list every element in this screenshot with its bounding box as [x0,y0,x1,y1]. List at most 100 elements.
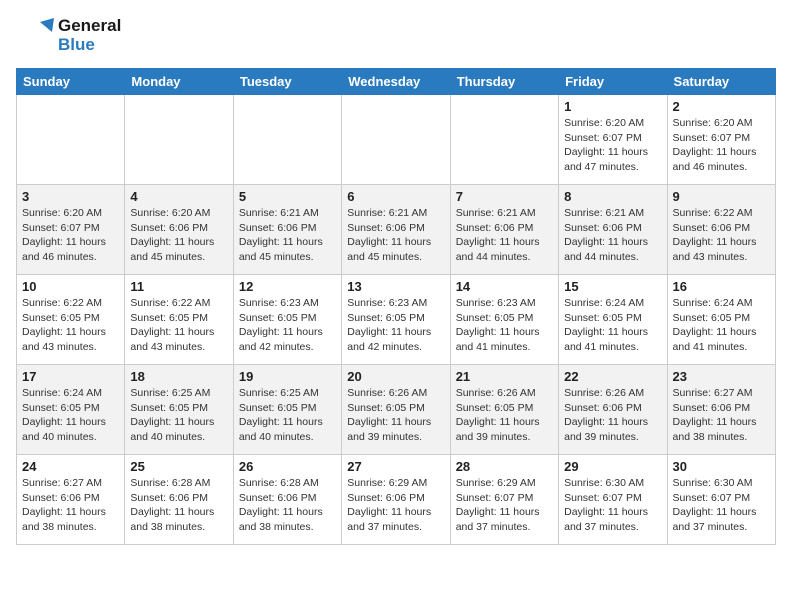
day-number: 16 [673,279,770,294]
day-number: 21 [456,369,553,384]
day-number: 18 [130,369,227,384]
day-info: Sunrise: 6:30 AM Sunset: 6:07 PM Dayligh… [564,476,661,535]
calendar-cell: 13 Sunrise: 6:23 AM Sunset: 6:05 PM Dayli… [342,275,450,365]
day-info: Sunrise: 6:25 AM Sunset: 6:05 PM Dayligh… [239,386,336,445]
day-info: Sunrise: 6:23 AM Sunset: 6:05 PM Dayligh… [239,296,336,355]
calendar-table: SundayMondayTuesdayWednesdayThursdayFrid… [16,68,776,545]
day-number: 12 [239,279,336,294]
day-info: Sunrise: 6:28 AM Sunset: 6:06 PM Dayligh… [130,476,227,535]
calendar-cell [450,95,558,185]
day-info: Sunrise: 6:20 AM Sunset: 6:06 PM Dayligh… [130,206,227,265]
day-number: 11 [130,279,227,294]
day-number: 5 [239,189,336,204]
day-info: Sunrise: 6:30 AM Sunset: 6:07 PM Dayligh… [673,476,770,535]
logo: General Blue [16,16,121,56]
day-number: 30 [673,459,770,474]
calendar-cell: 7 Sunrise: 6:21 AM Sunset: 6:06 PM Daylig… [450,185,558,275]
day-info: Sunrise: 6:26 AM Sunset: 6:05 PM Dayligh… [456,386,553,445]
calendar-cell: 26 Sunrise: 6:28 AM Sunset: 6:06 PM Dayli… [233,455,341,545]
calendar-cell [233,95,341,185]
calendar-cell: 23 Sunrise: 6:27 AM Sunset: 6:06 PM Dayli… [667,365,775,455]
calendar-cell: 4 Sunrise: 6:20 AM Sunset: 6:06 PM Daylig… [125,185,233,275]
logo-text-blue: Blue [58,36,121,55]
calendar-cell: 12 Sunrise: 6:23 AM Sunset: 6:05 PM Dayli… [233,275,341,365]
calendar-cell: 17 Sunrise: 6:24 AM Sunset: 6:05 PM Dayli… [17,365,125,455]
calendar-cell: 19 Sunrise: 6:25 AM Sunset: 6:05 PM Dayli… [233,365,341,455]
day-info: Sunrise: 6:23 AM Sunset: 6:05 PM Dayligh… [347,296,444,355]
day-info: Sunrise: 6:28 AM Sunset: 6:06 PM Dayligh… [239,476,336,535]
calendar-cell: 8 Sunrise: 6:21 AM Sunset: 6:06 PM Daylig… [559,185,667,275]
day-info: Sunrise: 6:20 AM Sunset: 6:07 PM Dayligh… [673,116,770,175]
day-number: 24 [22,459,119,474]
day-number: 10 [22,279,119,294]
day-number: 3 [22,189,119,204]
calendar-cell: 3 Sunrise: 6:20 AM Sunset: 6:07 PM Daylig… [17,185,125,275]
day-number: 1 [564,99,661,114]
weekday-header-wednesday: Wednesday [342,69,450,95]
day-number: 22 [564,369,661,384]
calendar-cell: 5 Sunrise: 6:21 AM Sunset: 6:06 PM Daylig… [233,185,341,275]
day-number: 28 [456,459,553,474]
calendar-cell: 21 Sunrise: 6:26 AM Sunset: 6:05 PM Dayli… [450,365,558,455]
day-info: Sunrise: 6:26 AM Sunset: 6:05 PM Dayligh… [347,386,444,445]
calendar-cell: 22 Sunrise: 6:26 AM Sunset: 6:06 PM Dayli… [559,365,667,455]
day-number: 26 [239,459,336,474]
calendar-cell: 28 Sunrise: 6:29 AM Sunset: 6:07 PM Dayli… [450,455,558,545]
calendar-cell: 6 Sunrise: 6:21 AM Sunset: 6:06 PM Daylig… [342,185,450,275]
calendar-week-row: 24 Sunrise: 6:27 AM Sunset: 6:06 PM Dayli… [17,455,776,545]
calendar-cell: 25 Sunrise: 6:28 AM Sunset: 6:06 PM Dayli… [125,455,233,545]
calendar-cell: 2 Sunrise: 6:20 AM Sunset: 6:07 PM Daylig… [667,95,775,185]
day-number: 4 [130,189,227,204]
day-number: 19 [239,369,336,384]
weekday-header-sunday: Sunday [17,69,125,95]
day-info: Sunrise: 6:21 AM Sunset: 6:06 PM Dayligh… [456,206,553,265]
calendar-cell: 11 Sunrise: 6:22 AM Sunset: 6:05 PM Dayli… [125,275,233,365]
day-number: 13 [347,279,444,294]
day-info: Sunrise: 6:26 AM Sunset: 6:06 PM Dayligh… [564,386,661,445]
day-info: Sunrise: 6:21 AM Sunset: 6:06 PM Dayligh… [239,206,336,265]
day-number: 23 [673,369,770,384]
day-number: 6 [347,189,444,204]
calendar-cell: 27Sunrise: 6:29 AM Sunset: 6:06 PM Dayli… [342,455,450,545]
day-info: Sunrise: 6:20 AM Sunset: 6:07 PM Dayligh… [564,116,661,175]
day-info: Sunrise: 6:29 AM Sunset: 6:06 PM Dayligh… [347,476,444,535]
day-info: Sunrise: 6:27 AM Sunset: 6:06 PM Dayligh… [22,476,119,535]
logo-text-general: General [58,17,121,36]
day-number: 17 [22,369,119,384]
calendar-cell: 9Sunrise: 6:22 AM Sunset: 6:06 PM Daylig… [667,185,775,275]
day-info: Sunrise: 6:21 AM Sunset: 6:06 PM Dayligh… [347,206,444,265]
weekday-header-friday: Friday [559,69,667,95]
calendar-cell [125,95,233,185]
day-info: Sunrise: 6:20 AM Sunset: 6:07 PM Dayligh… [22,206,119,265]
day-number: 25 [130,459,227,474]
weekday-header-saturday: Saturday [667,69,775,95]
day-info: Sunrise: 6:29 AM Sunset: 6:07 PM Dayligh… [456,476,553,535]
calendar-week-row: 17 Sunrise: 6:24 AM Sunset: 6:05 PM Dayli… [17,365,776,455]
calendar-cell [342,95,450,185]
day-number: 2 [673,99,770,114]
day-info: Sunrise: 6:21 AM Sunset: 6:06 PM Dayligh… [564,206,661,265]
day-number: 8 [564,189,661,204]
day-info: Sunrise: 6:22 AM Sunset: 6:05 PM Dayligh… [130,296,227,355]
calendar-cell: 14 Sunrise: 6:23 AM Sunset: 6:05 PM Dayli… [450,275,558,365]
calendar-cell: 24 Sunrise: 6:27 AM Sunset: 6:06 PM Dayli… [17,455,125,545]
calendar-cell: 15Sunrise: 6:24 AM Sunset: 6:05 PM Dayli… [559,275,667,365]
day-info: Sunrise: 6:24 AM Sunset: 6:05 PM Dayligh… [22,386,119,445]
day-number: 9 [673,189,770,204]
day-number: 7 [456,189,553,204]
day-info: Sunrise: 6:24 AM Sunset: 6:05 PM Dayligh… [564,296,661,355]
calendar-week-row: 10 Sunrise: 6:22 AM Sunset: 6:05 PM Dayli… [17,275,776,365]
calendar-cell: 1 Sunrise: 6:20 AM Sunset: 6:07 PM Daylig… [559,95,667,185]
day-info: Sunrise: 6:27 AM Sunset: 6:06 PM Dayligh… [673,386,770,445]
weekday-header-row: SundayMondayTuesdayWednesdayThursdayFrid… [17,69,776,95]
day-number: 14 [456,279,553,294]
day-info: Sunrise: 6:23 AM Sunset: 6:05 PM Dayligh… [456,296,553,355]
calendar-cell: 18Sunrise: 6:25 AM Sunset: 6:05 PM Dayli… [125,365,233,455]
day-number: 20 [347,369,444,384]
calendar-cell: 30 Sunrise: 6:30 AM Sunset: 6:07 PM Dayli… [667,455,775,545]
weekday-header-thursday: Thursday [450,69,558,95]
day-number: 29 [564,459,661,474]
calendar-cell: 20 Sunrise: 6:26 AM Sunset: 6:05 PM Dayli… [342,365,450,455]
calendar-cell: 16Sunrise: 6:24 AM Sunset: 6:05 PM Dayli… [667,275,775,365]
calendar-cell [17,95,125,185]
